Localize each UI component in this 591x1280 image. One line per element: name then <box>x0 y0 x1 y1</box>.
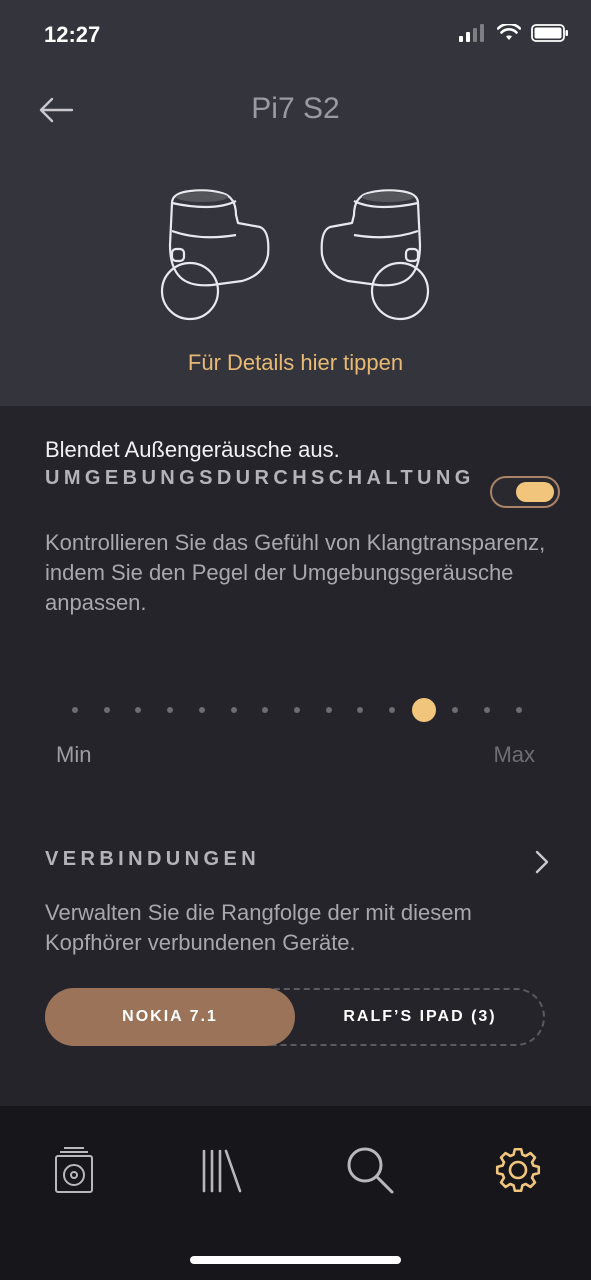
speaker-icon <box>55 1147 93 1193</box>
anc-subtitle: Blendet Außengeräusche aus. <box>45 437 340 462</box>
slider-min-label: Min <box>56 742 92 767</box>
slider-step-dot <box>325 707 332 713</box>
connections-row[interactable]: VERBINDUNGEN <box>45 840 555 880</box>
slider-step-dot <box>167 707 174 713</box>
slider-step-dot <box>135 707 142 713</box>
ambient-toggle[interactable] <box>490 476 560 508</box>
ambient-level-slider[interactable] <box>0 690 591 730</box>
device-priority-tabs: NOKIA 7.1 RALF’S IPAD (3) <box>45 988 545 1046</box>
slider-step-dot <box>389 707 395 713</box>
slider-step-dot <box>452 707 459 713</box>
slider-step-dot <box>357 707 364 713</box>
connections-heading: VERBINDUNGEN <box>45 848 261 870</box>
slider-step-dot <box>515 707 522 713</box>
library-icon <box>202 1149 242 1193</box>
battery-icon <box>531 24 568 42</box>
earbuds-illustration[interactable] <box>150 185 440 325</box>
search-icon <box>347 1147 394 1194</box>
slider-max-label: Max <box>493 742 535 767</box>
slider-step-dot <box>293 707 300 713</box>
wifi-icon <box>497 24 521 40</box>
home-indicator <box>190 1256 401 1264</box>
signal-icon <box>459 24 484 42</box>
nav-speaker[interactable] <box>44 1140 104 1200</box>
toggle-knob <box>516 482 554 502</box>
slider-step-dot <box>72 707 78 713</box>
status-icons <box>459 24 569 42</box>
anc-heading: UMGEBUNGSDURCHSCHALTUNG <box>45 467 475 489</box>
page-title: Pi7 S2 <box>251 92 340 125</box>
device-tab-nokia[interactable]: NOKIA 7.1 <box>45 988 295 1046</box>
gear-icon <box>495 1147 541 1193</box>
nav-settings[interactable] <box>488 1140 548 1200</box>
slider-step-dot <box>230 707 237 713</box>
connections-description: Verwalten Sie die Rangfolge der mit dies… <box>45 900 472 955</box>
nav-search[interactable] <box>340 1140 400 1200</box>
chevron-right-icon <box>535 850 549 874</box>
slider-step-dot <box>484 707 491 713</box>
nav-library[interactable] <box>192 1140 252 1200</box>
bottom-nav <box>0 1106 591 1280</box>
status-time: 12:27 <box>44 22 101 47</box>
anc-description: Kontrollieren Sie das Gefühl von Klangtr… <box>45 530 546 615</box>
slider-step-dot <box>103 707 110 713</box>
slider-thumb[interactable] <box>411 698 436 722</box>
device-tab-ipad[interactable]: RALF’S IPAD (3) <box>295 988 545 1046</box>
slider-step-dot <box>198 707 205 713</box>
slider-step-dot <box>262 707 269 713</box>
details-link[interactable]: Für Details hier tippen <box>0 350 591 376</box>
